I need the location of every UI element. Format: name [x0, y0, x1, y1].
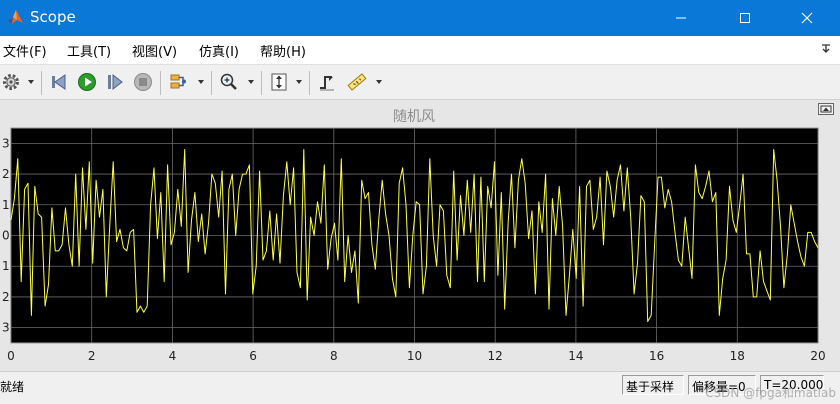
menu-simulation[interactable]: 仿真(I) — [199, 41, 239, 60]
minimize-button[interactable] — [658, 0, 704, 36]
toolbar-separator — [41, 71, 42, 95]
maximize-icon — [740, 13, 750, 23]
x-tick-label: 10 — [407, 349, 422, 363]
y-tick-label: 3 — [2, 136, 10, 150]
zoom-in-button[interactable] — [218, 71, 240, 93]
x-tick-label: 4 — [169, 349, 177, 363]
undock-button[interactable] — [818, 103, 834, 115]
minimize-icon — [676, 17, 686, 19]
signal-dropdown-arrow[interactable] — [198, 80, 204, 84]
trigger-button[interactable] — [316, 71, 338, 93]
y-tick-label: 3 — [2, 321, 10, 335]
watermark: CSDN @fpga和matlab — [705, 386, 836, 400]
step-back-button[interactable] — [48, 71, 70, 93]
title-bar: Scope — [0, 0, 840, 36]
close-button[interactable] — [784, 0, 830, 36]
y-tick-label: 1 — [2, 259, 10, 273]
x-tick-label: 20 — [810, 349, 825, 363]
signal-select-icon — [170, 74, 186, 89]
run-button[interactable] — [76, 71, 98, 93]
pin-icon[interactable] — [820, 42, 832, 54]
maximize-button[interactable] — [722, 0, 768, 36]
x-tick-label: 6 — [249, 349, 257, 363]
menu-help[interactable]: 帮助(H) — [260, 41, 306, 60]
x-tick-label: 2 — [88, 349, 96, 363]
menu-tools[interactable]: 工具(T) — [67, 41, 111, 60]
y-tick-label: 0 — [2, 229, 10, 243]
y-tick-label: 2 — [2, 290, 10, 304]
scale-dropdown-arrow[interactable] — [296, 80, 302, 84]
settings-dropdown-arrow[interactable] — [28, 80, 34, 84]
scale-axes-icon — [271, 73, 287, 91]
zoom-dropdown-arrow[interactable] — [248, 80, 254, 84]
step-forward-button[interactable] — [104, 71, 126, 93]
x-tick-label: 12 — [488, 349, 503, 363]
scope-display[interactable]: 0 2 4 6 8 10 12 14 16 18 20 3 2 1 0 1 2 3 随机风 — [0, 100, 840, 371]
toolbar — [0, 64, 840, 100]
run-icon — [78, 73, 96, 91]
x-tick-label: 16 — [649, 349, 664, 363]
toolbar-separator — [211, 71, 212, 95]
x-tick-label: 8 — [330, 349, 338, 363]
status-ready: 就绪 — [0, 380, 25, 394]
window-title: Scope — [30, 8, 76, 26]
x-tick-label: 0 — [7, 349, 15, 363]
signal-select-button[interactable] — [167, 71, 189, 93]
stop-icon — [134, 73, 152, 91]
y-tick-label: 1 — [2, 198, 10, 212]
matlab-logo-icon — [7, 10, 23, 24]
scale-axes-button[interactable] — [268, 71, 290, 93]
close-icon — [801, 12, 813, 24]
scope-plot: 0 2 4 6 8 10 12 14 16 18 203210123 — [2, 127, 826, 363]
menu-bar: 文件(F) 工具(T) 视图(V) 仿真(I) 帮助(H) — [0, 36, 840, 64]
plot-title: 随机风 — [393, 109, 435, 125]
sample-mode-status: 基于采样 — [622, 375, 684, 395]
y-tick-label: 2 — [2, 167, 10, 181]
measure-icon — [347, 73, 367, 91]
settings-button[interactable] — [0, 71, 22, 93]
zoom-in-icon — [220, 73, 237, 90]
menu-view[interactable]: 视图(V) — [132, 41, 177, 60]
toolbar-separator — [309, 71, 310, 95]
step-forward-icon — [108, 73, 123, 91]
stop-button[interactable] — [132, 71, 154, 93]
status-bar: 就绪 基于采样 偏移量=0 T=20.000 CSDN @fpga和matlab — [0, 371, 840, 404]
x-tick-label: 14 — [568, 349, 583, 363]
step-back-icon — [52, 74, 66, 90]
toolbar-separator — [261, 71, 262, 95]
measure-dropdown-arrow[interactable] — [376, 80, 382, 84]
menu-file[interactable]: 文件(F) — [3, 41, 47, 60]
x-tick-label: 18 — [730, 349, 745, 363]
measure-button[interactable] — [346, 71, 368, 93]
gear-icon — [3, 74, 19, 90]
toolbar-separator — [160, 71, 161, 95]
undock-icon — [820, 105, 832, 113]
trigger-icon — [320, 76, 334, 91]
